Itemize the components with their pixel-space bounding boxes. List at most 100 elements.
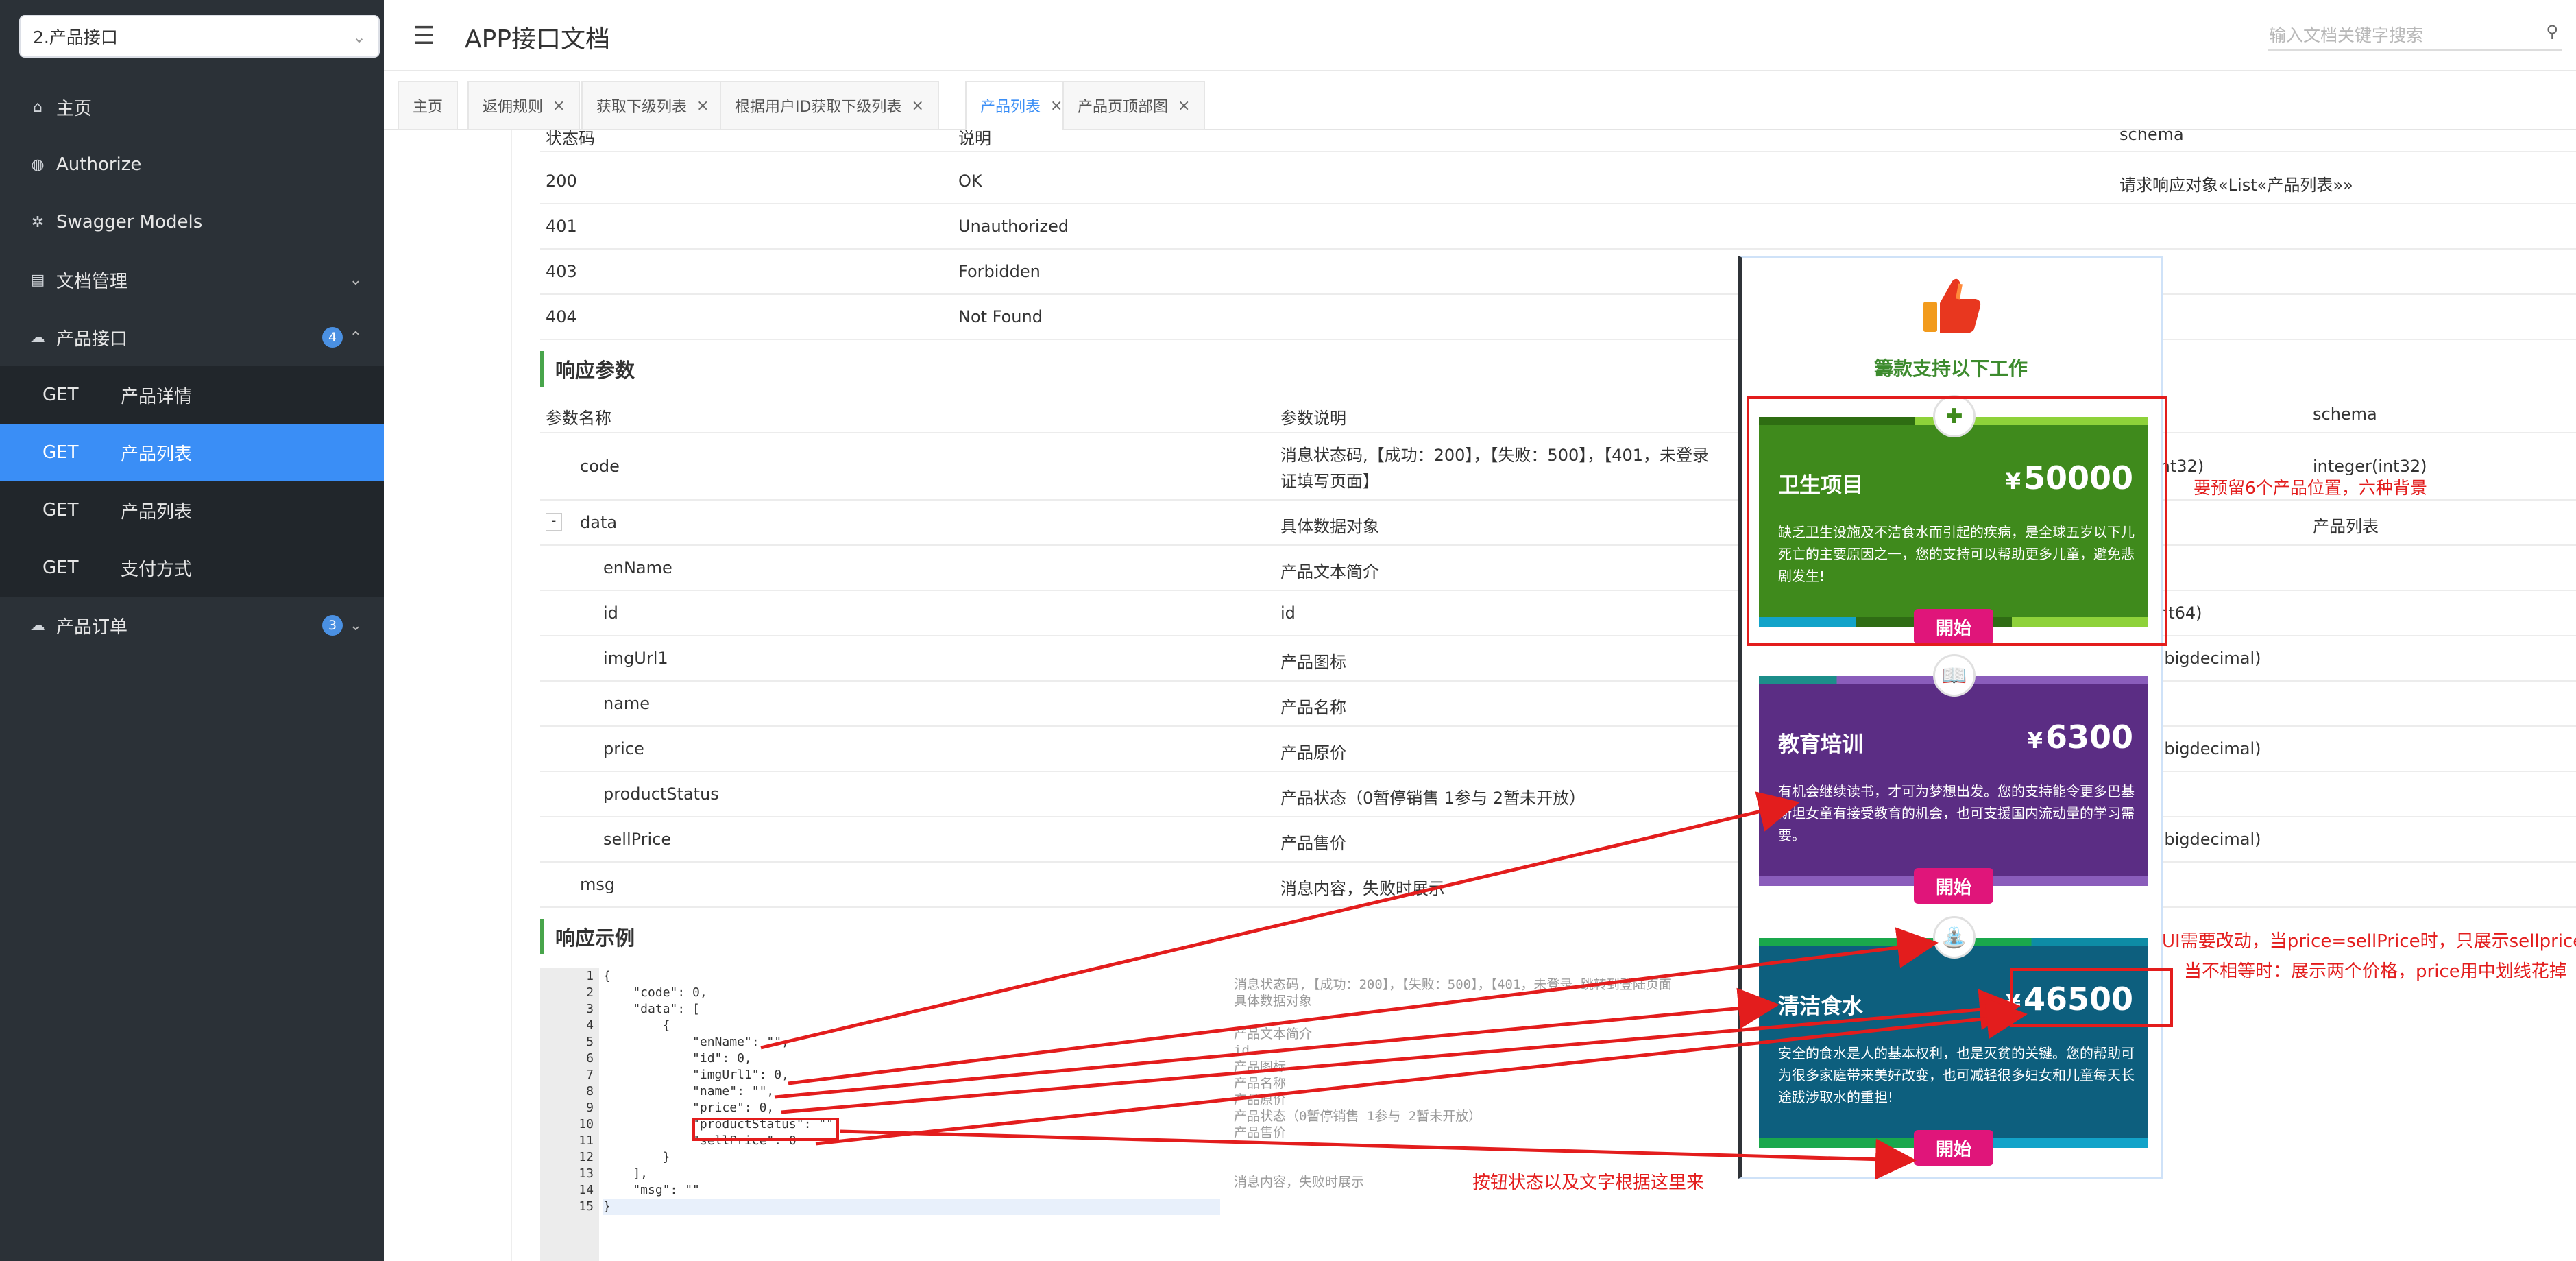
search-input[interactable]: 输入文档关键字搜索 ⚲ <box>2268 16 2562 51</box>
line-number: 2 <box>586 985 594 1000</box>
start-button[interactable]: 開始 <box>1914 868 1993 904</box>
thumbs-up-icon <box>1923 278 1981 333</box>
param-schema: integer(int32) <box>2313 457 2427 476</box>
status-desc: OK <box>958 171 982 191</box>
code-line: "data": [ <box>603 1002 700 1016</box>
api-group-select[interactable]: 2.产品接口 ⌄ <box>19 15 380 58</box>
code-line: "code": 0, <box>603 985 707 1000</box>
table-row: enName 产品文本简介 <box>540 546 2576 591</box>
line-number: 6 <box>586 1051 594 1066</box>
menu-toggle-icon[interactable]: ☰ <box>413 22 435 50</box>
header-cell: 参数名称 <box>546 409 611 428</box>
collapse-toggle[interactable]: - <box>546 513 562 531</box>
status-desc: Not Found <box>958 307 1043 326</box>
param-name: name <box>603 694 651 713</box>
code-line: { <box>603 969 611 983</box>
search-placeholder: 输入文档关键字搜索 <box>2269 25 2424 45</box>
sidebar-subitem-payment[interactable]: GET 支付方式 <box>0 539 384 597</box>
line-number: 11 <box>579 1133 594 1148</box>
chevron-down-icon: ⌄ <box>349 616 362 634</box>
start-button[interactable]: 開始 <box>1914 1130 1993 1166</box>
sidebar-subitem-product-list[interactable]: GET 产品列表 <box>0 424 384 481</box>
product-price: ¥6300 <box>2028 719 2133 756</box>
code-line: "price": 0, <box>603 1101 775 1115</box>
count-badge: 4 <box>322 327 343 348</box>
param-type: (bigdecimal) <box>2158 830 2261 849</box>
sidebar-item-product-order[interactable]: ☁ 产品订单 3 ⌄ <box>0 597 384 654</box>
annotation-box-price <box>2010 968 2173 1027</box>
tab-label: 主页 <box>413 99 443 116</box>
status-desc: Forbidden <box>958 262 1041 281</box>
sidebar-item-authorize[interactable]: ◍ Authorize <box>0 136 384 193</box>
price-value: 6300 <box>2045 719 2133 756</box>
product-name: 教育培训 <box>1778 732 1863 757</box>
sidebar-subitem-product-list-2[interactable]: GET 产品列表 <box>0 481 384 539</box>
close-icon[interactable]: × <box>911 97 923 115</box>
close-icon[interactable]: × <box>1050 97 1062 115</box>
sidebar-item-home[interactable]: ⌂ 主页 <box>0 78 384 136</box>
param-desc: 证填写页面】 <box>1280 472 1379 491</box>
table-row: msg 消息内容，失败时展示 <box>540 863 2576 908</box>
sidebar-submenu: GET 产品详情 GET 产品列表 GET 产品列表 GET 支付方式 <box>0 366 384 597</box>
code-line: "msg": "" <box>603 1183 700 1197</box>
divider <box>511 130 512 1261</box>
param-desc: id <box>1280 603 1296 623</box>
tab-commission-rules[interactable]: 返佣规则 × <box>467 81 581 130</box>
header-cell: schema <box>2119 130 2184 144</box>
close-icon[interactable]: × <box>552 97 565 115</box>
table-row: productStatus 产品状态（0暂停销售 1参与 2暂未开放） <box>540 772 2576 817</box>
tab-subordinate-list[interactable]: 获取下级列表 × <box>581 81 725 130</box>
code-line: "enName": "", <box>603 1035 789 1049</box>
param-type: (bigdecimal) <box>2158 649 2261 668</box>
product-card[interactable]: 📖 教育培训 ¥6300 有机会继续读书，才可为梦想出发。您的支持能令更多巴基斯… <box>1759 654 2148 904</box>
param-desc: 消息内容，失败时展示 <box>1280 879 1445 898</box>
line-number: 13 <box>579 1166 594 1181</box>
sidebar: 2.产品接口 ⌄ ⌂ 主页 ◍ Authorize ✲ Swagger Mode… <box>0 0 384 1261</box>
tab-bar: 主页 返佣规则 × 获取下级列表 × 根据用户ID获取下级列表 × 产品列表 × 产品页… <box>384 71 2576 130</box>
status-code: 404 <box>546 307 577 326</box>
tab-subordinate-by-user[interactable]: 根据用户ID获取下级列表 × <box>720 81 939 130</box>
header-cell: schema <box>2313 405 2377 424</box>
tab-product-banner[interactable]: 产品页顶部图 × <box>1062 81 1206 130</box>
table-row: name 产品名称 <box>540 682 2576 727</box>
status-code: 403 <box>546 262 577 281</box>
code-line: "imgUrl1": 0, <box>603 1068 789 1082</box>
doc-icon: ▤ <box>30 271 45 289</box>
currency-symbol: ¥ <box>2027 728 2043 754</box>
sidebar-subitem-label: 产品详情 <box>121 386 193 407</box>
code-editor[interactable]: 1 2 3 4 5 6 7 8 9 10 11 12 13 14 15 { "c… <box>540 968 1226 1261</box>
line-number: 15 <box>579 1199 594 1214</box>
http-method: GET <box>42 557 79 578</box>
cloud-icon: ☁ <box>30 328 45 346</box>
tab-product-list[interactable]: 产品列表 × <box>965 81 1078 130</box>
sidebar-item-product-api[interactable]: ☁ 产品接口 4 ⌃ <box>0 309 384 366</box>
status-code: 200 <box>546 171 577 191</box>
line-number: 5 <box>586 1035 594 1049</box>
param-name: imgUrl1 <box>603 649 668 668</box>
model-icon: ✲ <box>31 213 45 231</box>
water-tap-icon: ⛲ <box>1933 916 1976 959</box>
sidebar-item-swagger-models[interactable]: ✲ Swagger Models <box>0 193 384 251</box>
line-number: 12 <box>579 1150 594 1164</box>
params-table-header: 参数名称 参数说明 schema <box>540 396 2576 433</box>
table-row: price 产品原价 (bigdecimal) <box>540 727 2576 772</box>
close-icon[interactable]: × <box>1178 97 1190 115</box>
code-line: "name": "", <box>603 1084 775 1098</box>
header-cell: 说明 <box>958 130 991 148</box>
status-schema[interactable]: 请求响应对象«List«产品列表»» <box>2119 171 2353 195</box>
param-type: (bigdecimal) <box>2158 739 2261 758</box>
tab-home[interactable]: 主页 <box>398 81 459 130</box>
book-icon: 📖 <box>1933 654 1976 697</box>
sidebar-subitem-product-detail[interactable]: GET 产品详情 <box>0 366 384 424</box>
param-desc: 产品图标 <box>1280 653 1346 672</box>
http-method: GET <box>42 500 79 520</box>
search-icon[interactable]: ⚲ <box>2546 22 2558 41</box>
sidebar-item-label: Authorize <box>56 154 142 175</box>
chevron-up-icon: ⌃ <box>349 328 362 346</box>
main-content: 状态码 说明 schema 200 OK 请求响应对象«List«产品列表»» … <box>384 130 2576 1261</box>
close-icon[interactable]: × <box>696 97 709 115</box>
status-table-header: 状态码 说明 schema <box>540 130 2576 152</box>
sidebar-item-doc-manage[interactable]: ▤ 文档管理 ⌄ <box>0 251 384 309</box>
annotation-button-state: 按钮状态以及文字根据这里来 <box>1472 1173 1705 1193</box>
annotation-box-status <box>692 1118 839 1141</box>
